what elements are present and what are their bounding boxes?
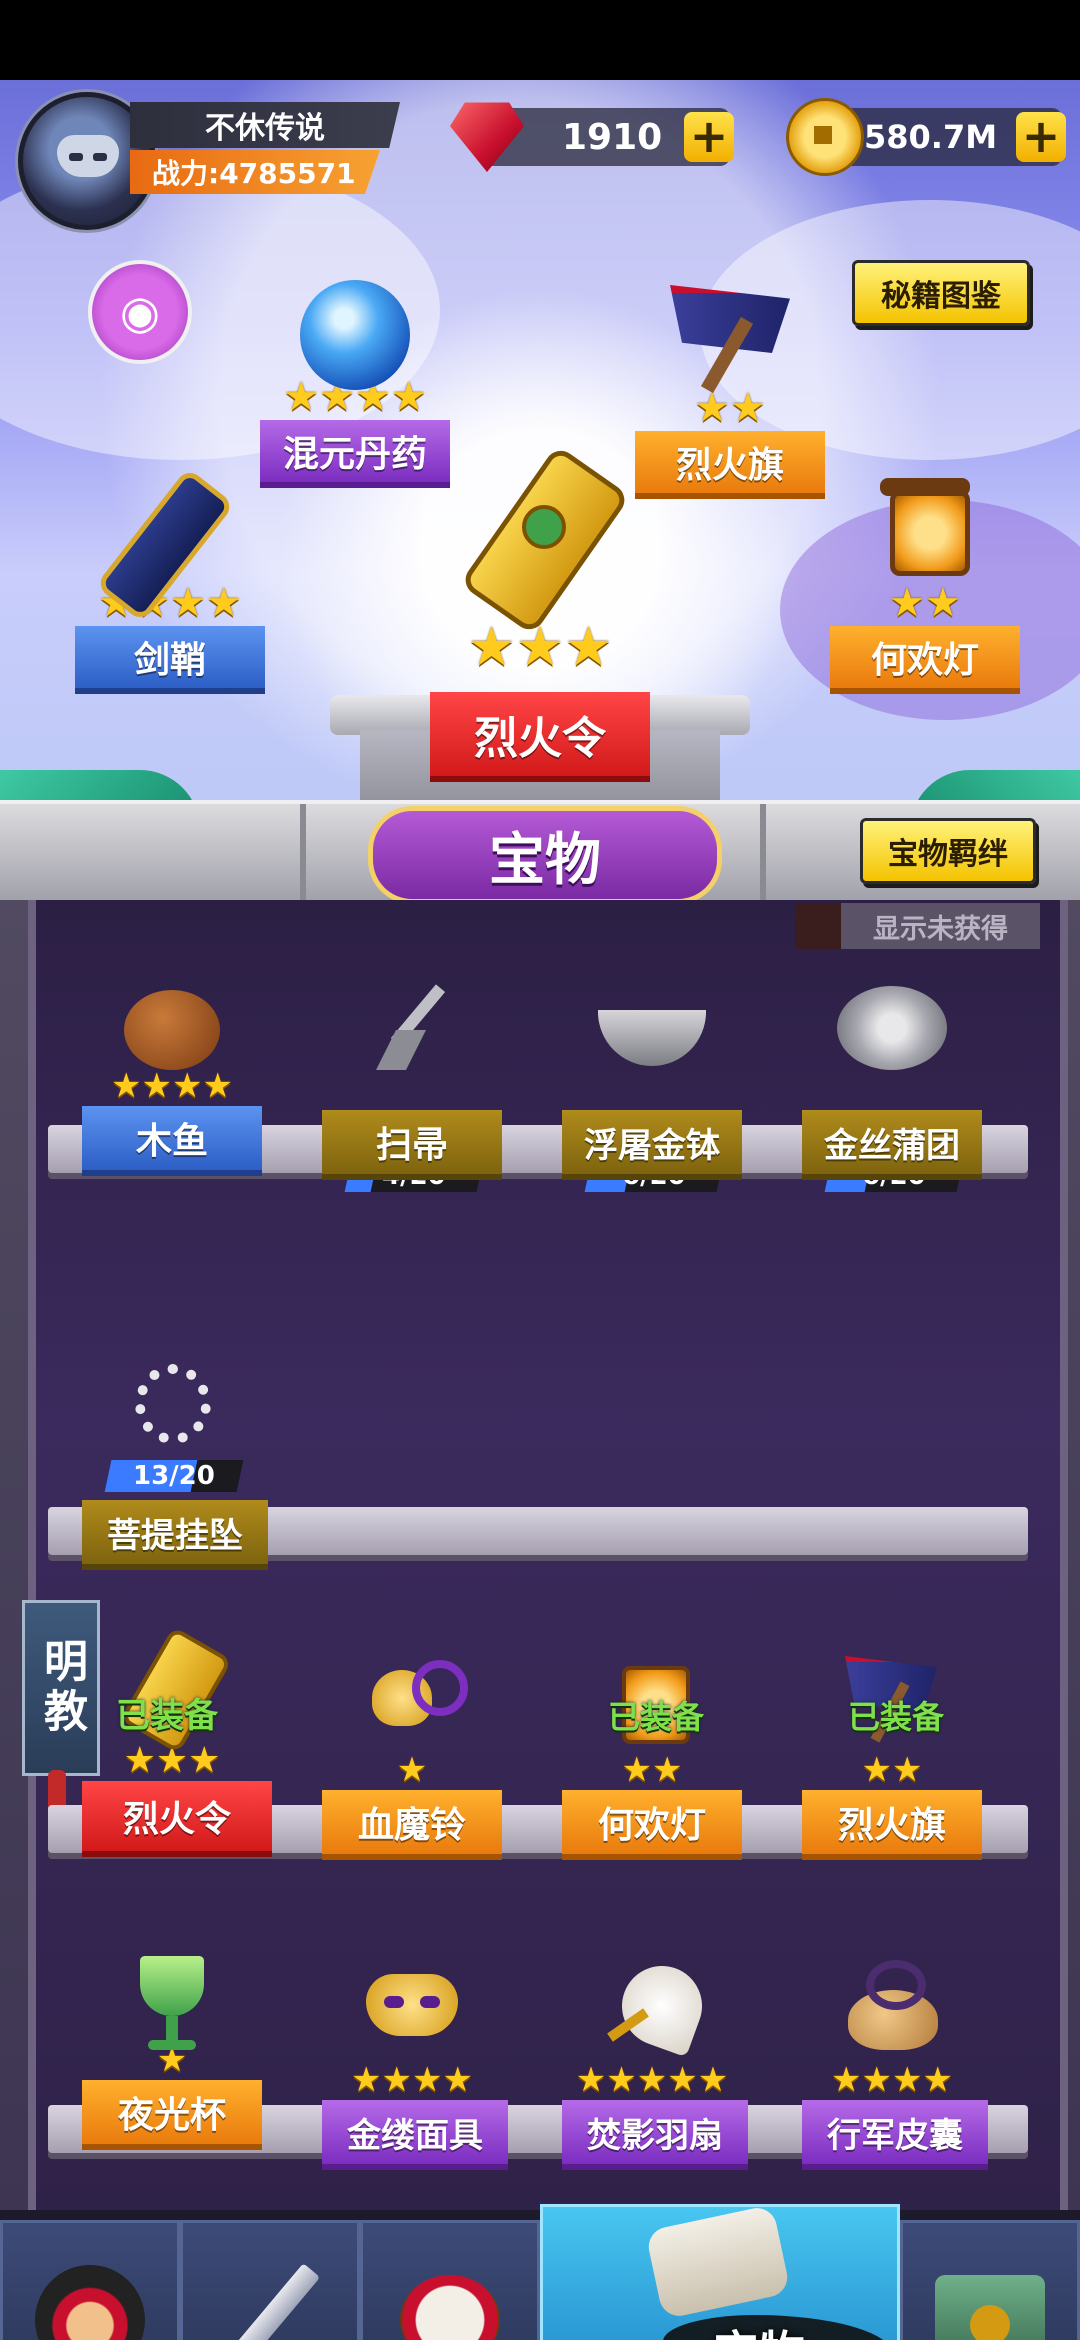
treasure-item[interactable]: 6/20 金丝蒲团 [802, 980, 982, 1192]
treasure-item[interactable]: 6/20 浮屠金钵 [562, 980, 742, 1192]
wooden-fish-icon [112, 980, 232, 1080]
item-stars: ★★★★★ [575, 2060, 729, 2100]
showcase-item-elixir[interactable]: ★★★★ 混元丹药 [255, 280, 455, 488]
nav-treasure[interactable]: 宝物 [540, 2204, 900, 2340]
showcase-item-flag[interactable]: ★★ 烈火旗 [630, 275, 830, 499]
broom-icon [352, 980, 472, 1070]
bell-icon [352, 1650, 472, 1750]
gem-amount: 1910 [562, 116, 663, 158]
item-stars: ★ [396, 1750, 428, 1790]
item-label: 夜光杯 [82, 2080, 262, 2150]
item-stars: ★★ [621, 1750, 683, 1790]
item-label: 金缕面具 [322, 2100, 508, 2170]
drum-icon [400, 2275, 500, 2340]
treasure-item[interactable]: 4/20 扫帚 [322, 980, 502, 1192]
item-stars: ★★★★ [831, 2060, 953, 2100]
add-gems-button[interactable]: + [684, 112, 734, 162]
treasure-item[interactable]: ★★★★ 行军皮囊 [802, 1960, 988, 2170]
hero-icon [35, 2265, 145, 2340]
treasure-item[interactable]: ★★★★ 木鱼 [82, 980, 262, 1176]
player-name: 不休传说 [130, 102, 400, 148]
eye-icon[interactable]: ◉ [88, 260, 192, 364]
treasure-scroll-icon [645, 2204, 791, 2320]
bond-button[interactable]: 宝物羁绊 [860, 818, 1036, 884]
bottom-nav: 宝物 [0, 2204, 1080, 2340]
player-power: 战力:4785571 [130, 150, 380, 194]
collect-counter: 13/20 [104, 1460, 244, 1492]
gold-counter: 580.7M + [786, 98, 1066, 176]
gold-coin-icon [786, 98, 864, 176]
treasure-item[interactable]: ★★★★ 金缕面具 [322, 1960, 508, 2170]
item-label: 烈火令 [82, 1781, 272, 1857]
equipped-tag: 已装备 [608, 1698, 705, 1736]
treasure-item[interactable]: ★ 血魔铃 [322, 1650, 502, 1860]
item-label: 浮屠金钵 [562, 1110, 742, 1180]
showcase-label: 混元丹药 [260, 420, 450, 488]
equipped-tag: 已装备 [116, 1696, 218, 1736]
alms-bowl-icon [592, 980, 712, 1070]
treasure-item[interactable]: 已装备 ★★ 何欢灯 [562, 1650, 742, 1860]
showcase-stars: ★★ [889, 580, 961, 626]
treasure-item[interactable]: ★ 夜光杯 [82, 1950, 262, 2150]
showcase-stars: ★★ [694, 385, 766, 431]
flag-icon [660, 275, 800, 394]
gold-amount: 580.7M [864, 118, 998, 156]
scabbard-icon [95, 467, 245, 623]
showcase-item-scabbard[interactable]: ★★★★ 剑鞘 [65, 467, 275, 694]
avatar-eye [69, 153, 83, 161]
cup-icon [122, 1950, 222, 2060]
nav-martial[interactable] [360, 2220, 540, 2340]
show-unowned-toggle[interactable]: 显示未获得 [795, 903, 1040, 949]
toggle-label: 显示未获得 [873, 913, 1008, 945]
game-screen: 不休传说 战力:4785571 1910 + 580.7M + ◉ 秘籍图鉴 ★… [0, 80, 1080, 2340]
nav-treasure-label: 宝物 [713, 2317, 805, 2340]
orb-icon [300, 280, 410, 390]
section-title: 宝物 [368, 806, 722, 904]
equipped-tag: 已装备 [848, 1698, 945, 1736]
treasure-item[interactable]: 13/20 菩提挂坠 [82, 1360, 268, 1570]
showcase-item-lantern[interactable]: ★★ 何欢灯 [825, 470, 1025, 694]
item-label: 行军皮囊 [802, 2100, 988, 2170]
treasure-item[interactable]: ★★★★★ 焚影羽扇 [562, 1954, 748, 2170]
showcase-item-center[interactable]: ★★★ [430, 444, 650, 678]
nav-equipment[interactable] [180, 2220, 360, 2340]
showcase-label: 何欢灯 [830, 626, 1020, 694]
treasure-item[interactable]: 已装备 ★★ 烈火旗 [802, 1650, 982, 1860]
waterskin-icon [832, 1960, 952, 2060]
sword-icon [219, 2263, 321, 2340]
red-gem-icon [450, 102, 524, 172]
showcase-label: 烈火旗 [635, 431, 825, 499]
item-label: 焚影羽扇 [562, 2100, 748, 2170]
showcase-label: 剑鞘 [75, 626, 265, 694]
treasure-item[interactable]: 已装备 ★★★ 烈火令 [82, 1626, 272, 1857]
beads-icon [117, 1360, 227, 1460]
avatar-eye [93, 153, 107, 161]
item-label: 血魔铃 [322, 1790, 502, 1860]
counter-text: 13/20 [133, 1461, 215, 1491]
checkbox[interactable] [795, 903, 841, 949]
avatar-mask [57, 135, 119, 177]
mask-icon [352, 1960, 472, 2060]
item-label: 烈火旗 [802, 1790, 982, 1860]
cushion-icon [837, 980, 947, 1070]
gem-counter: 1910 + [450, 102, 734, 172]
item-label: 金丝蒲团 [802, 1110, 982, 1180]
item-label: 菩提挂坠 [82, 1500, 268, 1570]
feather-fan-icon [592, 1954, 714, 2060]
item-stars: ★★★★ [351, 2060, 473, 2100]
fire-token-icon [459, 444, 631, 636]
codex-button[interactable]: 秘籍图鉴 [852, 260, 1030, 326]
item-stars: ★★ [861, 1750, 923, 1790]
nav-hero[interactable] [0, 2220, 180, 2340]
item-label: 何欢灯 [562, 1790, 742, 1860]
item-label: 扫帚 [322, 1110, 502, 1180]
nav-sect[interactable] [900, 2220, 1080, 2340]
center-item-label: 烈火令 [430, 692, 650, 782]
item-label: 木鱼 [82, 1106, 262, 1176]
add-gold-button[interactable]: + [1016, 112, 1066, 162]
lantern-icon [875, 470, 975, 580]
gate-icon [935, 2275, 1045, 2340]
